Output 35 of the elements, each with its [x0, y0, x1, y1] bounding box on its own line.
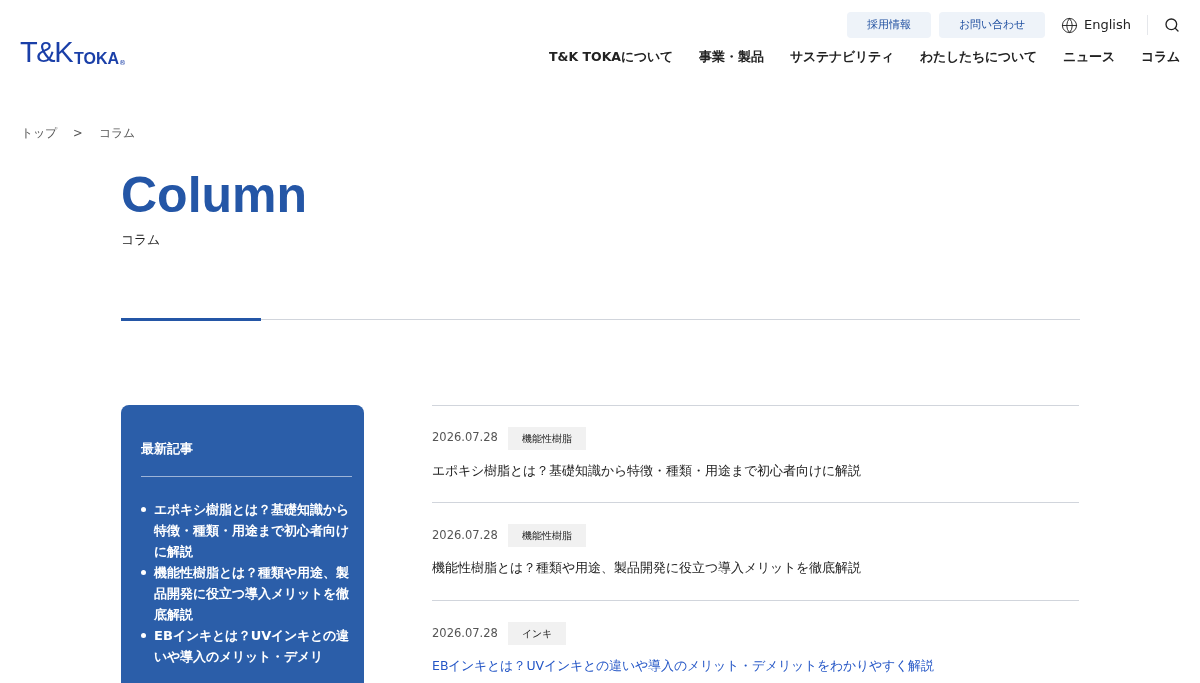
bullet-icon [141, 507, 146, 512]
category-tag[interactable]: 機能性樹脂 [507, 524, 586, 548]
page-title: Column [121, 170, 309, 220]
nav-link[interactable]: T&K TOKAについて [549, 48, 673, 67]
logo-mark: T&K [20, 37, 73, 67]
search-icon [1164, 17, 1180, 33]
nav-link[interactable]: 事業・製品 [699, 48, 764, 67]
breadcrumb-item[interactable]: トップ [21, 124, 57, 142]
article-date: 2026.07.28 [432, 624, 498, 642]
page-subtitle: コラム [121, 231, 161, 249]
article-date: 2026.07.28 [432, 429, 498, 447]
search-button[interactable] [1164, 17, 1180, 33]
sidebar-link[interactable]: EBインキとは？UVインキとの違いや導入のメリット・デメリ [154, 625, 352, 667]
nav-link[interactable]: コラム [1141, 48, 1180, 67]
sidebar-link[interactable]: エポキシ樹脂とは？基礎知識から特徴・種類・用途まで初心者向けに解説 [154, 499, 352, 562]
bullet-icon [141, 633, 146, 638]
breadcrumb-item: > [73, 124, 83, 142]
globe-icon [1061, 16, 1079, 34]
article-date: 2026.07.28 [432, 527, 498, 545]
category-tag[interactable]: インキ [507, 622, 566, 645]
nav-link[interactable]: わたしたちについて [920, 48, 1037, 67]
utility-link[interactable]: お問い合わせ [939, 12, 1046, 38]
nav-link[interactable]: ニュース [1063, 48, 1115, 67]
utility-link[interactable]: 採用情報 [847, 12, 932, 38]
article-link[interactable]: EBインキとは？UVインキとの違いや導入のメリット・デメリットをわかりやすく解説 [432, 657, 1079, 676]
language-link[interactable]: English [1061, 15, 1148, 35]
bullet-icon [141, 570, 146, 575]
article-link[interactable]: 機能性樹脂とは？種類や用途、製品開発に役立つ導入メリットを徹底解説 [432, 559, 1079, 578]
sidebar-link[interactable]: 機能性樹脂とは？種類や用途、製品開発に役立つ導入メリットを徹底解説 [154, 562, 352, 625]
nav-link[interactable]: サステナビリティ [790, 48, 894, 67]
breadcrumb-item: コラム [98, 124, 135, 142]
category-tag[interactable]: 機能性樹脂 [507, 426, 586, 450]
sidebar-title: 最新記事 [141, 439, 194, 458]
logo-text: TOKA [74, 50, 120, 67]
article-link[interactable]: エポキシ樹脂とは？基礎知識から特徴・種類・用途まで初心者向けに解説 [432, 461, 1079, 481]
